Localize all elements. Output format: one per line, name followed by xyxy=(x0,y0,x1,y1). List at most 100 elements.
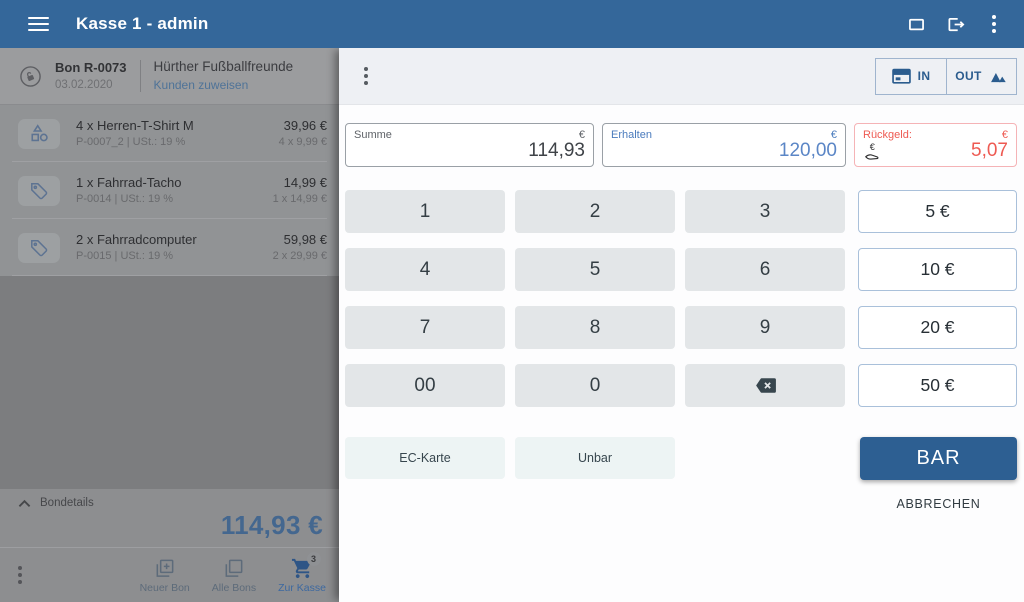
item-calculation: 1 x 14,99 € xyxy=(273,193,327,207)
receipt-item[interactable]: 1 x Fahrrad-Tacho P-0014 | USt.: 19 % 14… xyxy=(0,162,339,219)
payment-methods: EC-Karte Unbar BAR xyxy=(345,437,1017,480)
new-bon-button[interactable]: Neuer Bon xyxy=(140,557,190,594)
received-field[interactable]: Erhalten € 120,00 xyxy=(602,123,846,167)
backspace-icon xyxy=(753,373,778,398)
lock-icon[interactable] xyxy=(19,65,42,88)
menu-icon[interactable] xyxy=(28,13,49,35)
denomination-20-button[interactable]: 20 € xyxy=(858,306,1017,349)
key-6[interactable]: 6 xyxy=(685,248,845,291)
cash-in-out-group: IN OUT xyxy=(875,58,1017,95)
bon-details-label: Bondetails xyxy=(40,497,94,509)
bon-date: 03.02.2020 xyxy=(55,78,127,92)
money-out-icon xyxy=(989,70,1008,83)
tag-icon xyxy=(18,176,60,206)
receipt-item[interactable]: 2 x Fahrradcomputer P-0015 | USt.: 19 % … xyxy=(0,219,339,276)
ec-card-button[interactable]: EC-Karte xyxy=(345,437,505,479)
checkout-label: Zur Kasse xyxy=(278,582,326,594)
key-7[interactable]: 7 xyxy=(345,306,505,349)
item-total: 14,99 € xyxy=(273,175,327,191)
item-details: P-0007_2 | USt.: 19 % xyxy=(76,136,194,150)
item-calculation: 2 x 29,99 € xyxy=(273,250,327,264)
payment-overflow-menu-icon[interactable] xyxy=(364,65,368,87)
page-title: Kasse 1 - admin xyxy=(76,14,208,34)
receipt-item-list: 4 x Herren-T-Shirt M P-0007_2 | USt.: 19… xyxy=(0,105,339,276)
svg-text:€: € xyxy=(870,142,875,152)
customer-name: Hürther Fußballfreunde xyxy=(154,58,294,76)
receipt-action-bar: Neuer Bon Alle Bons xyxy=(0,547,339,602)
receipt-empty-area xyxy=(0,276,339,489)
logout-icon[interactable] xyxy=(943,12,967,36)
change-value: 5,07 xyxy=(971,140,1008,162)
new-bon-icon xyxy=(153,557,176,580)
item-total: 59,98 € xyxy=(273,232,327,248)
key-0[interactable]: 0 xyxy=(515,364,675,407)
bon-details-section: Bondetails 114,93 € xyxy=(0,489,339,547)
assign-customer-link[interactable]: Kunden zuweisen xyxy=(154,78,294,94)
item-details: P-0014 | USt.: 19 % xyxy=(76,193,182,207)
denomination-10-button[interactable]: 10 € xyxy=(858,248,1017,291)
cash-drawer-icon xyxy=(892,68,911,85)
key-00[interactable]: 00 xyxy=(345,364,505,407)
pos-app: Kasse 1 - admin xyxy=(0,0,1024,602)
header-divider xyxy=(140,60,141,92)
key-1[interactable]: 1 xyxy=(345,190,505,233)
receipt-overflow-menu-icon[interactable] xyxy=(18,564,22,586)
denomination-5-button[interactable]: 5 € xyxy=(858,190,1017,233)
denomination-50-button[interactable]: 50 € xyxy=(858,364,1017,407)
bon-details-toggle[interactable]: Bondetails xyxy=(18,497,325,509)
cancel-row: ABBRECHEN xyxy=(345,497,1017,511)
all-bons-button[interactable]: Alle Bons xyxy=(212,557,256,594)
key-2[interactable]: 2 xyxy=(515,190,675,233)
sum-value: 114,93 xyxy=(528,140,585,162)
payment-toolbar: IN OUT xyxy=(339,48,1024,105)
bon-info: Bon R-0073 03.02.2020 xyxy=(55,60,127,93)
received-value: 120,00 xyxy=(779,140,837,162)
cash-in-button[interactable]: IN xyxy=(876,59,946,94)
receipt-panel: Bon R-0073 03.02.2020 Hürther Fußballfre… xyxy=(0,48,339,602)
key-5[interactable]: 5 xyxy=(515,248,675,291)
receipt-item[interactable]: 4 x Herren-T-Shirt M P-0007_2 | USt.: 19… xyxy=(0,105,339,162)
change-field: Rückgeld: € € 5,07 xyxy=(854,123,1017,167)
bon-number: Bon R-0073 xyxy=(55,60,127,76)
titlebar-actions xyxy=(904,12,1006,36)
key-9[interactable]: 9 xyxy=(685,306,845,349)
item-details: P-0015 | USt.: 19 % xyxy=(76,250,197,264)
all-bons-label: Alle Bons xyxy=(212,582,256,594)
title-bar: Kasse 1 - admin xyxy=(0,0,1024,48)
sum-field[interactable]: Summe € 114,93 xyxy=(345,123,594,167)
key-8[interactable]: 8 xyxy=(515,306,675,349)
payment-content: Summe € 114,93 Erhalten € 120,00 Rückgel… xyxy=(339,105,1024,511)
item-calculation: 4 x 9,99 € xyxy=(279,136,327,150)
new-bon-label: Neuer Bon xyxy=(140,582,190,594)
chevron-up-icon xyxy=(18,499,31,508)
cash-pay-button[interactable]: BAR xyxy=(860,437,1017,480)
variants-icon xyxy=(18,119,60,149)
key-3[interactable]: 3 xyxy=(685,190,845,233)
sum-label: Summe xyxy=(354,129,392,141)
amount-fields: Summe € 114,93 Erhalten € 120,00 Rückgel… xyxy=(345,123,1017,167)
cash-out-label: OUT xyxy=(955,69,982,83)
item-title: 4 x Herren-T-Shirt M xyxy=(76,118,194,134)
cancel-button[interactable]: ABBRECHEN xyxy=(860,497,1017,511)
receipt-header: Bon R-0073 03.02.2020 Hürther Fußballfre… xyxy=(0,48,339,105)
cart-count-badge: 3 xyxy=(307,552,321,566)
tag-icon xyxy=(18,233,60,263)
item-title: 1 x Fahrrad-Tacho xyxy=(76,175,182,191)
item-total: 39,96 € xyxy=(279,118,327,134)
cash-drawer-window-icon[interactable] xyxy=(904,12,928,36)
keypad: 1 2 3 5 € 4 5 6 10 € 7 8 9 xyxy=(345,190,1017,407)
hand-euro-icon: € xyxy=(863,141,886,162)
backspace-key[interactable] xyxy=(685,364,845,407)
received-label: Erhalten xyxy=(611,129,652,141)
customer-info: Hürther Fußballfreunde Kunden zuweisen xyxy=(154,58,294,93)
item-title: 2 x Fahrradcomputer xyxy=(76,232,197,248)
overflow-menu-icon[interactable] xyxy=(982,12,1006,36)
cash-out-button[interactable]: OUT xyxy=(946,59,1016,94)
change-label: Rückgeld: xyxy=(863,129,912,141)
receipt-total: 114,93 € xyxy=(18,510,325,541)
cash-in-label: IN xyxy=(918,69,931,83)
payment-panel: IN OUT Summe xyxy=(339,48,1024,602)
checkout-button[interactable]: 3 Zur Kasse xyxy=(278,557,326,594)
non-cash-button[interactable]: Unbar xyxy=(515,437,675,479)
key-4[interactable]: 4 xyxy=(345,248,505,291)
